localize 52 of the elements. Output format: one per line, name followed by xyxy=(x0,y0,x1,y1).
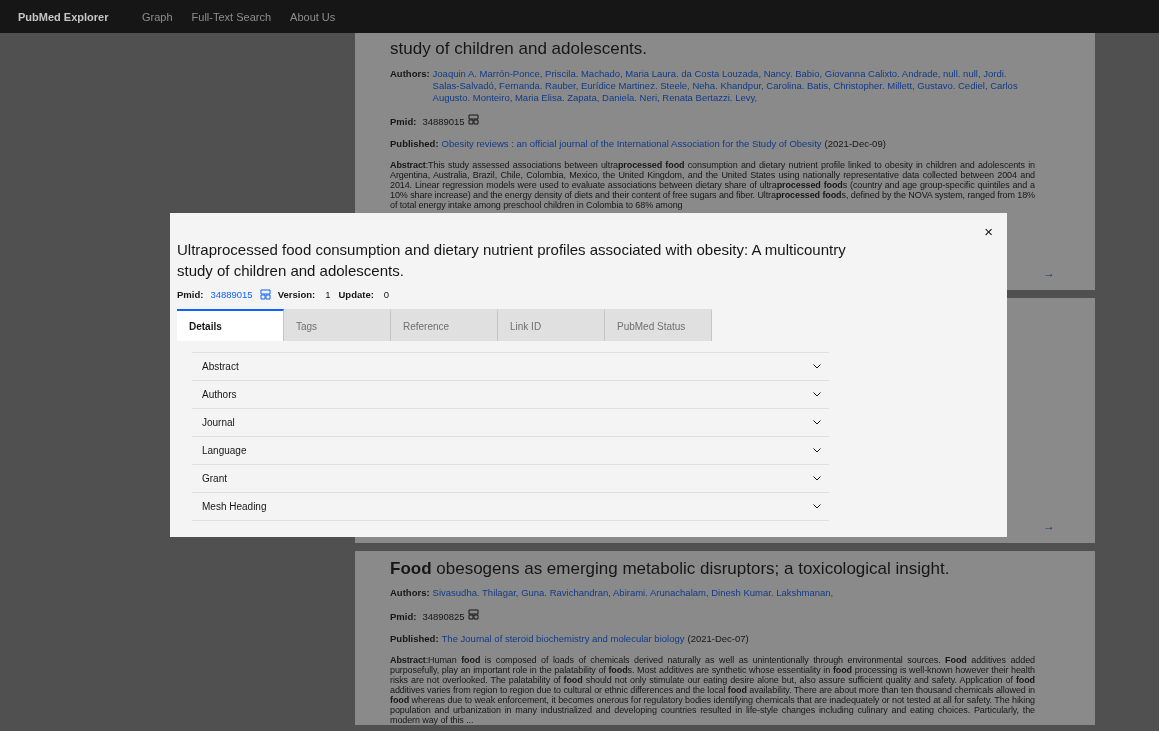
nav-link[interactable]: Full-Text Search xyxy=(191,10,272,23)
accordion-section[interactable]: Mesh Heading xyxy=(192,493,829,521)
journal-link[interactable]: Obesity reviews : an official journal of the International Association for the Study of Obesity xyxy=(441,138,822,150)
article-title[interactable]: study of children and adolescents. xyxy=(390,39,1035,58)
authors-list[interactable]: Sivasudha. Thilagar, Guna. Ravichandran, Abirami. Arunachalam, Dinesh Kumar. Lakshmanan, xyxy=(432,587,1035,599)
tab[interactable]: Reference xyxy=(391,309,498,341)
tab[interactable]: Link ID xyxy=(498,309,605,341)
pmid-link[interactable]: 34889015 xyxy=(210,289,253,300)
chevron-icon xyxy=(813,504,821,509)
pmid-label: Pmid: xyxy=(390,611,417,623)
abstract-text: Abstract:Human food is composed of loads of chemicals derived naturally as well as unintentionally through environmental sources. Food additives added purposefully, play an important role in the palatability of foods. Most additives are synthetic whose essentiality in food processing is well-known however their health risks are not overlooked. The palatability of food should not only stimulate our eating desire alone but, also assure sufficient quality and safety. Application of food additives varies from region to region due to cultural or ethnic differences and the local food availability. There are about more than ten thousand chemicals allowed in food whereas due to weak enforcement, it becomes onerous for regulatory bodies identifying chemicals that are inadequately or not tested at all for safety. The hiking population and urbanization in many industrialized and developing countries resulted in life-style changes including culinary and eating choices. Particularly, the modern way of this ... xyxy=(390,655,1035,725)
close-button[interactable]: × xyxy=(980,221,997,242)
version-value: 1 xyxy=(325,289,331,300)
update-value: 0 xyxy=(383,289,390,300)
article-title[interactable]: Food obesogens as emerging metabolic disruptors; a toxicological insight. xyxy=(390,559,1035,578)
pmid-value: 34889015 xyxy=(422,116,465,128)
journal-link[interactable]: The Journal of steroid biochemistry and molecular biology xyxy=(441,633,685,645)
chevron-icon xyxy=(813,364,821,369)
accordion-section[interactable]: Grant xyxy=(192,465,829,493)
publish-date: (2021-Dec-07) xyxy=(687,633,749,645)
chevron-icon xyxy=(813,392,821,397)
chevron-icon xyxy=(813,448,821,453)
abstract-text: Abstract:This study assessed associations between ultraprocessed food consumption and dietary nutrient profile linked to obesity in children and adolescents in Argentina, Australia, Brazil, Chile, Colombia, Mexico, the United Kingdom, and the United States using nationally representative data collected between 2004 and 2014. Linear regression models were used to evaluate associations between dietary share of ultraprocessed foods (country and age group-specific quintiles and a 10% share increase) and the energy density of diets and their content of free sugars and fiber. Ultraprocessed foods, defined by the NOVA system, ranged from 18% of total energy intake among preschool children in Colombia to 68% among xyxy=(390,160,1035,210)
published-label: Published: xyxy=(390,633,439,645)
version-label: Version: xyxy=(277,289,316,300)
update-label: Update: xyxy=(338,289,374,300)
grid-icon xyxy=(467,609,479,620)
publish-date: (2021-Dec-09) xyxy=(824,138,886,150)
accordion-section[interactable]: Journal xyxy=(192,409,829,437)
accordion-section[interactable]: Language xyxy=(192,437,829,465)
tab[interactable]: Details xyxy=(177,309,284,341)
tab[interactable]: Tags xyxy=(284,309,391,341)
authors-label: Authors: xyxy=(390,587,430,599)
nav-link[interactable]: Graph xyxy=(142,10,173,23)
brand-name[interactable]: PubMed Explorer xyxy=(18,10,142,23)
chevron-icon xyxy=(813,420,821,425)
pmid-label: Pmid: xyxy=(390,116,417,128)
accordion-section[interactable]: Authors xyxy=(192,381,829,409)
nav-link[interactable]: About Us xyxy=(290,10,336,23)
chevron-icon xyxy=(813,476,821,481)
arrow-right-icon[interactable]: → xyxy=(1043,519,1055,533)
pmid-label: Pmid: xyxy=(177,289,204,300)
grid-icon xyxy=(259,289,271,300)
arrow-right-icon[interactable]: → xyxy=(1043,266,1055,280)
authors-list[interactable]: Joaquin A. Marrón-Ponce, Priscila. Machado, Maria Laura. da Costa Louzada, Nancy. Babio, Giovanna Calixto. Andrade, null. null, Jordi. Salas-Salvadó, Fernanda. Rauber, Eurídice Martinez. Steele, Neha. Khandpur, Carolina. Batis, Christopher. Millett, Gustavo. Cediel, Carlos Augusto. Monteiro, Maria Elisa. Zapata, Daniela. Neri, Renata Bertazzi. Levy, xyxy=(432,68,1035,104)
authors-label: Authors: xyxy=(390,68,430,80)
accordion-section[interactable]: Abstract xyxy=(192,353,829,381)
pmid-value: 34890825 xyxy=(422,611,465,623)
modal-title: Ultraprocessed food consumption and dietary nutrient profiles associated with obesity: A multicountry study of children and adolescents. xyxy=(177,240,847,281)
grid-icon xyxy=(467,114,479,125)
published-label: Published: xyxy=(390,138,439,150)
tab[interactable]: PubMed Status xyxy=(605,309,712,341)
